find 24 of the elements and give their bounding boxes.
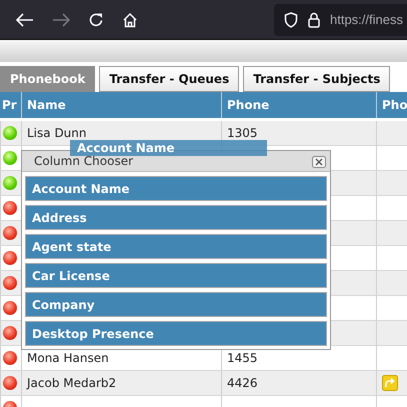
dialog-title: Column Chooser — [34, 154, 134, 168]
column-option[interactable]: Desktop Presence — [25, 321, 327, 346]
back-icon[interactable] — [16, 12, 34, 26]
reload-icon[interactable] — [88, 12, 104, 28]
column-header[interactable]: Pr — [0, 92, 21, 118]
shield-icon — [284, 12, 298, 28]
column-header[interactable]: Name — [21, 92, 221, 118]
column-header[interactable]: Phone — [221, 92, 376, 118]
tab[interactable]: Phonebook — [0, 66, 96, 92]
lock-icon — [308, 12, 320, 28]
tab[interactable]: Transfer - Queues — [99, 66, 240, 92]
tab[interactable]: Transfer - Subjects — [243, 66, 390, 92]
column-option[interactable]: Account Name — [25, 176, 327, 201]
url-text: https://finess — [330, 12, 403, 27]
column-option[interactable]: Company — [25, 292, 327, 317]
column-header[interactable]: Pho — [376, 92, 407, 118]
home-icon[interactable] — [122, 12, 138, 28]
column-option[interactable]: Car License — [25, 263, 327, 288]
address-bar[interactable]: https://finess — [274, 4, 407, 36]
table-row[interactable]: Jacob Medarb2 4426 — [0, 371, 407, 396]
close-icon[interactable] — [312, 156, 326, 168]
column-option[interactable]: Address — [25, 205, 327, 230]
column-option[interactable]: Agent state — [25, 234, 327, 259]
drag-preview-tooltip[interactable]: Account Name — [70, 140, 267, 156]
